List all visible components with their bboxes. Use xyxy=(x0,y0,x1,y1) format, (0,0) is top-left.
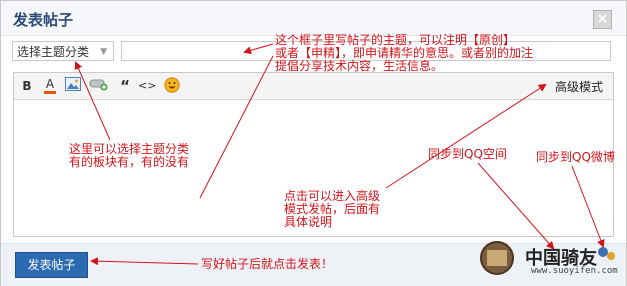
dialog-title: 发表帖子 xyxy=(13,11,74,29)
bold-button[interactable]: B xyxy=(18,77,36,95)
title-bar: 发表帖子 × xyxy=(1,1,626,36)
chevron-down-icon: ▼ xyxy=(100,47,107,57)
submit-post-button[interactable]: 发表帖子 xyxy=(15,252,88,278)
font-color-icon: A xyxy=(45,77,55,91)
code-button[interactable]: <> xyxy=(138,77,156,95)
font-color-button[interactable]: A xyxy=(41,77,59,95)
font-color-swatch xyxy=(44,91,56,94)
category-select[interactable]: 选择主题分类 ▼ xyxy=(12,41,114,61)
category-select-value: 选择主题分类 xyxy=(17,45,90,59)
advanced-mode-annotation: 点击可以进入高级 模式发帖，后面有 具体说明 xyxy=(284,189,381,229)
qq-space-annotation: 同步到QQ空间 xyxy=(428,147,507,161)
submit-annotation: 写好帖子后就点击发表！ xyxy=(201,257,334,271)
smiley-icon xyxy=(164,77,180,93)
qq-weibo-annotation: 同步到QQ微博 xyxy=(536,150,615,164)
advanced-mode-link[interactable]: 高级模式 xyxy=(555,78,603,95)
emoji-button[interactable] xyxy=(163,77,181,95)
category-annotation: 这里可以选择主题分类 有的板块有，有的没有 xyxy=(69,142,190,169)
subject-annotation: 这个框子里写帖子的主题，可以注明【原创】 或者【申精】，即申请精华的意思。或者别… xyxy=(275,33,534,73)
attachment-icon xyxy=(89,79,108,91)
editor-toolbar: B A “ <> 高级模式 xyxy=(14,73,613,100)
image-button[interactable] xyxy=(64,77,82,95)
attachment-button[interactable] xyxy=(88,77,110,95)
site-watermark: 中国骑友 www.suoyifen.com xyxy=(477,238,619,282)
quote-button[interactable]: “ xyxy=(116,77,134,95)
close-icon[interactable]: × xyxy=(593,10,612,29)
watermark-site: www.suoyifen.com xyxy=(531,266,618,276)
image-icon xyxy=(65,77,81,91)
